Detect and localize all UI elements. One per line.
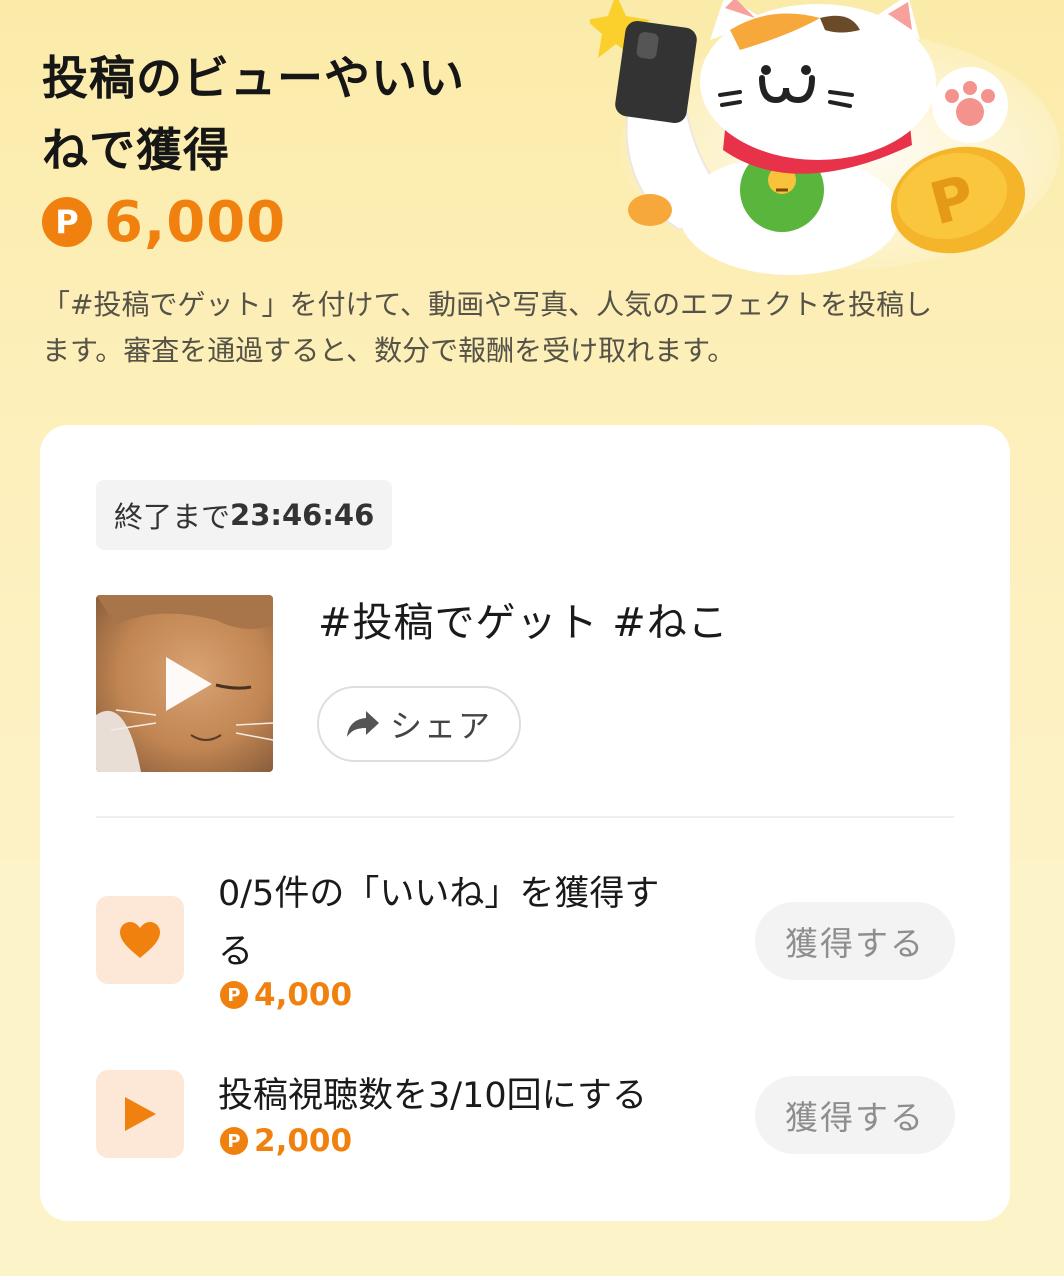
timer-label: 終了まで [114,500,231,534]
post-title: #投稿でゲット #ねこ [318,600,729,646]
claim-views-reward-button[interactable]: 獲得する [755,1076,955,1154]
page-title: 投稿のビューやいい ねで獲得 [42,42,542,186]
lucky-cat-illustration: P [590,0,1060,275]
description: 「#投稿でゲット」を付けて、動画や写真、人気のエフェクトを投稿し ます。審査を通… [42,282,1032,374]
cat-photo [96,595,273,772]
divider [96,816,954,818]
video-thumbnail[interactable] [96,595,273,772]
task-like-text-line-1: 0/5件の「いいね」を獲得す [218,874,660,914]
campaign-card: 終了まで 23:46:46 #投稿でゲット #ねこ シェア 0/5件の「いいね」… [40,425,1010,1221]
description-line-2: ます。審査を通過すると、数分で報酬を受け取れます。 [42,334,736,367]
task-views-reward: P 2,000 [220,1123,352,1159]
task-like-reward: P 4,000 [220,977,352,1013]
task-like-text: 0/5件の「いいね」を獲得す る [218,865,738,981]
heart-icon [120,922,160,958]
timer-value: 23:46:46 [230,498,375,532]
description-line-1: 「#投稿でゲット」を付けて、動画や写真、人気のエフェクトを投稿し [42,288,933,321]
title-line-2: ねで獲得 [42,123,230,177]
point-coin-icon: P [42,197,92,247]
task-like-text-line-2: る [218,932,254,972]
claim-like-reward-button[interactable]: 獲得する [755,902,955,980]
point-coin-icon: P [220,981,248,1009]
share-arrow-icon [346,711,379,737]
total-reward: P 6,000 [42,189,287,255]
total-reward-value: 6,000 [104,189,287,255]
task-views-text: 投稿視聴数を3/10回にする [218,1076,647,1116]
task-like-reward-value: 4,000 [254,977,353,1013]
countdown-timer: 終了まで 23:46:46 [96,480,393,550]
play-icon [125,1097,156,1131]
point-coin-icon: P [220,1127,248,1155]
share-label: シェア [389,707,492,745]
task-views-reward-value: 2,000 [254,1123,353,1159]
share-button[interactable]: シェア [317,686,521,762]
task-views-icon-box [96,1070,184,1158]
title-line-1: 投稿のビューやいい [42,51,465,105]
task-like-icon-box [96,896,184,984]
